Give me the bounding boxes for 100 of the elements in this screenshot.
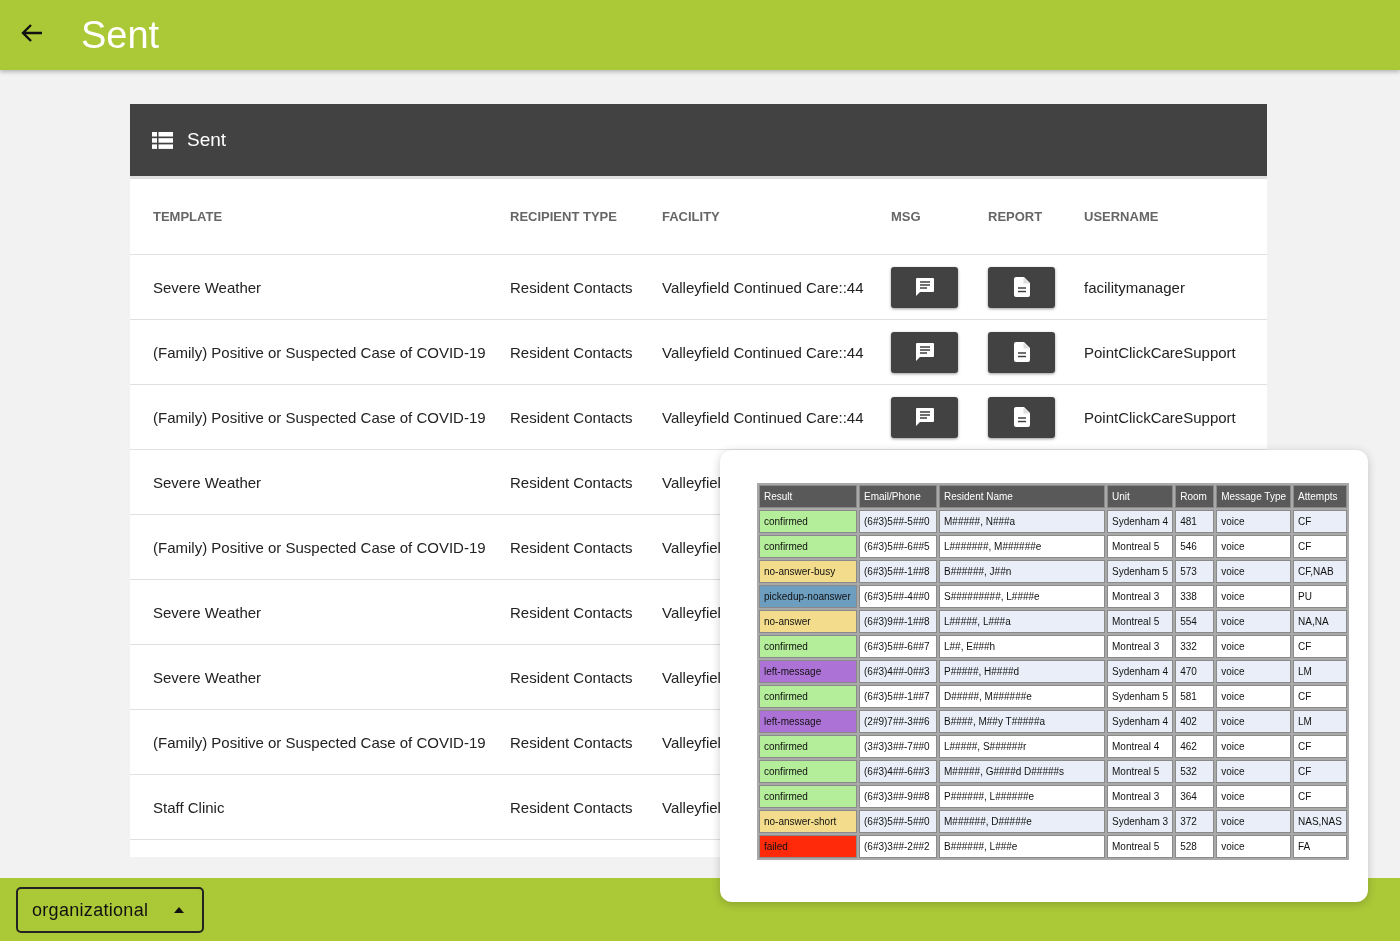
resident-name-cell: D#####, M######e <box>939 685 1105 708</box>
recipient-type-cell-text: Resident Contacts <box>510 343 634 361</box>
recipient-type-cell-text: Resident Contacts <box>510 668 634 686</box>
attempts-cell: CF <box>1293 510 1347 533</box>
result-cell: confirmed <box>759 535 857 558</box>
resident-name-cell: M#####, G####d D#####s <box>939 760 1105 783</box>
message-button[interactable] <box>891 266 958 308</box>
unit-cell: Montreal 4 <box>1107 735 1174 758</box>
result-cell: confirmed <box>759 635 857 658</box>
column-header: USERNAME <box>1084 209 1160 224</box>
resident-name-cell: P######, L######e <box>939 785 1105 808</box>
result-cell: no-answer-busy <box>759 560 857 583</box>
facility-cell: Valleyfield Continued Care::44 <box>662 343 864 361</box>
attempts-cell: FA <box>1293 835 1347 858</box>
room-cell: 364 <box>1175 785 1215 808</box>
contact-cell: (2#9)7##-3##6 <box>859 710 937 733</box>
message-type-cell: voice <box>1216 610 1291 633</box>
table-header-cell: Attempts <box>1293 485 1347 508</box>
unit-cell: Montreal 5 <box>1107 535 1174 558</box>
report-button[interactable] <box>988 266 1055 308</box>
attempts-cell: CF <box>1293 685 1347 708</box>
facility-cell: Valleyfiel <box>662 733 721 751</box>
facility-cell: Valleyfield Continued Care::44 <box>662 408 864 426</box>
document-icon <box>1013 277 1030 297</box>
unit-cell: Sydenham 4 <box>1107 660 1174 683</box>
result-cell: confirmed <box>759 685 857 708</box>
template-cell-text: Severe Weather <box>153 603 263 621</box>
unit-cell: Montreal 3 <box>1107 585 1174 608</box>
unit-cell: Montreal 5 <box>1107 610 1174 633</box>
recipient-type-cell-text: Resident Contacts <box>510 733 634 751</box>
room-cell: 528 <box>1175 835 1215 858</box>
message-button[interactable] <box>891 396 958 438</box>
message-type-cell: voice <box>1216 710 1291 733</box>
facility-cell: Valleyfiel <box>662 668 721 686</box>
unit-cell: Sydenham 4 <box>1107 710 1174 733</box>
result-cell: confirmed <box>759 735 857 758</box>
result-cell: failed <box>759 835 857 858</box>
report-button[interactable] <box>988 396 1055 438</box>
message-type-cell: voice <box>1216 785 1291 808</box>
contact-cell: (6#3)3##-9##8 <box>859 785 937 808</box>
message-type-cell: voice <box>1216 510 1291 533</box>
username-cell-text: PointClickCareSupport <box>1084 343 1237 361</box>
unit-cell: Sydenham 5 <box>1107 560 1174 583</box>
contact-cell: (6#3)5##-5##0 <box>859 510 937 533</box>
result-cell: confirmed <box>759 760 857 783</box>
unit-cell: Sydenham 5 <box>1107 685 1174 708</box>
message-type-cell: voice <box>1216 735 1291 758</box>
room-cell: 462 <box>1175 735 1215 758</box>
result-cell: confirmed <box>759 785 857 808</box>
attempts-cell: CF <box>1293 635 1347 658</box>
contact-cell: (3#3)3##-7##0 <box>859 735 937 758</box>
facility-cell: Valleyfiel <box>662 603 721 621</box>
username-cell-text: PointClickCareSupport <box>1084 408 1237 426</box>
template-cell-text: Severe Weather <box>153 473 263 491</box>
contact-cell: (6#3)4##-0##3 <box>859 660 937 683</box>
room-cell: 581 <box>1175 685 1215 708</box>
message-button[interactable] <box>891 331 958 373</box>
unit-cell: Montreal 5 <box>1107 760 1174 783</box>
template-cell-text: Staff Clinic <box>153 798 226 816</box>
result-cell: pickedup-noanswer <box>759 585 857 608</box>
template-cell-text: (Family) Positive or Suspected Case of COVID-19 <box>153 408 487 426</box>
template-cell-text: (Family) Positive or Suspected Case of COVID-19 <box>153 343 487 361</box>
organization-dropdown[interactable]: organizational <box>16 887 204 933</box>
message-type-cell: voice <box>1216 535 1291 558</box>
facility-cell: Valleyfiel <box>662 538 721 556</box>
facility-cell: Valleyfield Continued Care::44 <box>662 278 864 296</box>
template-cell-text: (Family) Positive or Suspected Case of COVID-19 <box>153 733 487 751</box>
recipient-type-cell-text: Resident Contacts <box>510 538 634 556</box>
recipient-type-cell-text: Resident Contacts <box>510 473 634 491</box>
resident-name-cell: M#####, N###a <box>939 510 1105 533</box>
table-header-cell: Message Type <box>1216 485 1291 508</box>
page-title: Sent <box>81 13 160 57</box>
message-type-cell: voice <box>1216 560 1291 583</box>
report-button[interactable] <box>988 331 1055 373</box>
attempts-cell: NA,NA <box>1293 610 1347 633</box>
back-arrow-icon <box>21 23 43 43</box>
resident-name-cell: L#######, M######e <box>939 535 1105 558</box>
table-header-cell: Unit <box>1107 485 1174 508</box>
contact-cell: (6#3)5##-6##7 <box>859 635 937 658</box>
list-icon <box>152 131 173 149</box>
table-header-cell: Result <box>759 485 857 508</box>
result-cell: left-message <box>759 710 857 733</box>
recipient-type-cell-text: Resident Contacts <box>510 603 634 621</box>
unit-cell: Montreal 3 <box>1107 635 1174 658</box>
contact-cell: (6#3)9##-1##8 <box>859 610 937 633</box>
result-cell: confirmed <box>759 510 857 533</box>
attempts-cell: CF <box>1293 785 1347 808</box>
table-header-cell: Resident Name <box>939 485 1105 508</box>
column-header: REPORT <box>988 209 1044 224</box>
recipient-type-cell-text: Resident Contacts <box>510 798 634 816</box>
table-header-cell: Room <box>1175 485 1215 508</box>
resident-name-cell: M######, D#####e <box>939 810 1105 833</box>
resident-name-cell: B######, L###e <box>939 835 1105 858</box>
column-header: TEMPLATE <box>153 209 224 224</box>
chat-icon <box>914 342 935 362</box>
room-cell: 372 <box>1175 810 1215 833</box>
resident-name-cell: L#####, L###a <box>939 610 1105 633</box>
room-cell: 573 <box>1175 560 1215 583</box>
facility-cell: Valleyfiel <box>662 473 721 491</box>
room-cell: 402 <box>1175 710 1215 733</box>
